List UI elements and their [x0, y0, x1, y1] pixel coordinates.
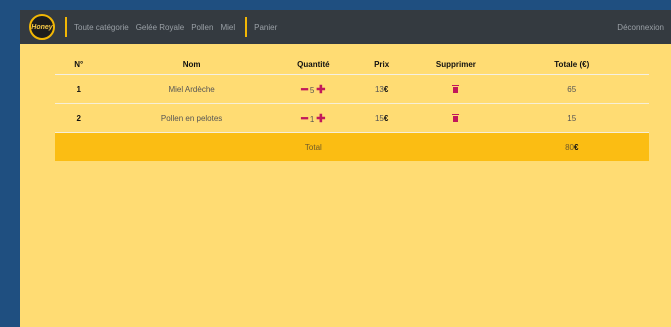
row-name: Miel Ardèche	[102, 74, 281, 104]
logo-text: Honey	[31, 23, 53, 31]
cart-table-wrapper: N° Nom Quantité Prix Supprimer Totale (€…	[55, 55, 649, 161]
nav-link-panier[interactable]: Panier	[254, 23, 277, 32]
total-value: 80	[565, 142, 574, 152]
table-row: 2 Pollen en pelotes ━ 1 ✚ 15€ 15	[55, 103, 649, 133]
row-total: 15	[494, 103, 649, 133]
row-total: 65	[494, 74, 649, 104]
header-name: Nom	[102, 55, 281, 75]
quantity-value: 1	[309, 114, 315, 124]
header-number: N°	[55, 55, 103, 75]
total-spacer	[102, 132, 281, 161]
logout-link[interactable]: Déconnexion	[617, 23, 664, 32]
app-container: Honey Toute catégorie Gelée Royale Polle…	[20, 10, 671, 327]
row-number: 2	[55, 103, 103, 133]
table-row: 1 Miel Ardèche ━ 5 ✚ 13€ 65	[55, 74, 649, 104]
navbar: Honey Toute catégorie Gelée Royale Polle…	[20, 10, 671, 44]
euro-sign: €	[573, 142, 579, 152]
nav-link-toute-categorie[interactable]: Toute catégorie	[74, 23, 129, 32]
decrease-quantity-icon[interactable]: ━	[301, 112, 308, 125]
header-total: Totale (€)	[494, 55, 649, 75]
total-spacer	[417, 132, 495, 161]
nav-link-miel[interactable]: Miel	[220, 23, 235, 32]
euro-sign: €	[383, 113, 389, 123]
nav-divider	[245, 17, 248, 37]
header-delete: Supprimer	[417, 55, 495, 75]
total-row: Total 80€	[55, 132, 649, 161]
nav-divider	[65, 17, 67, 37]
row-name: Pollen en pelotes	[102, 103, 281, 133]
price-value: 13	[374, 84, 384, 94]
row-delete	[417, 103, 495, 133]
row-price: 15€	[346, 103, 418, 133]
row-quantity: ━ 1 ✚	[280, 103, 347, 133]
trash-icon[interactable]	[452, 84, 460, 93]
row-price: 13€	[346, 74, 418, 104]
total-spacer	[55, 132, 103, 161]
header-quantity: Quantité	[280, 55, 347, 75]
total-amount: 80€	[494, 132, 649, 161]
increase-quantity-icon[interactable]: ✚	[316, 83, 325, 96]
row-quantity: ━ 5 ✚	[280, 74, 347, 104]
row-number: 1	[55, 74, 103, 104]
header-price: Prix	[346, 55, 418, 75]
quantity-value: 5	[309, 85, 315, 95]
total-label: Total	[280, 132, 347, 161]
nav-link-pollen[interactable]: Pollen	[191, 23, 213, 32]
nav-link-gelee-royale[interactable]: Gelée Royale	[136, 23, 184, 32]
total-spacer	[346, 132, 418, 161]
trash-icon[interactable]	[452, 113, 460, 122]
increase-quantity-icon[interactable]: ✚	[316, 112, 325, 125]
decrease-quantity-icon[interactable]: ━	[301, 83, 308, 96]
nav-right: Déconnexion	[617, 10, 671, 44]
row-delete	[417, 74, 495, 104]
table-header-row: N° Nom Quantité Prix Supprimer Totale (€…	[55, 55, 649, 75]
price-value: 15	[374, 113, 384, 123]
euro-sign: €	[383, 84, 389, 94]
honey-logo[interactable]: Honey	[29, 14, 55, 40]
cart-table: N° Nom Quantité Prix Supprimer Totale (€…	[55, 55, 649, 161]
